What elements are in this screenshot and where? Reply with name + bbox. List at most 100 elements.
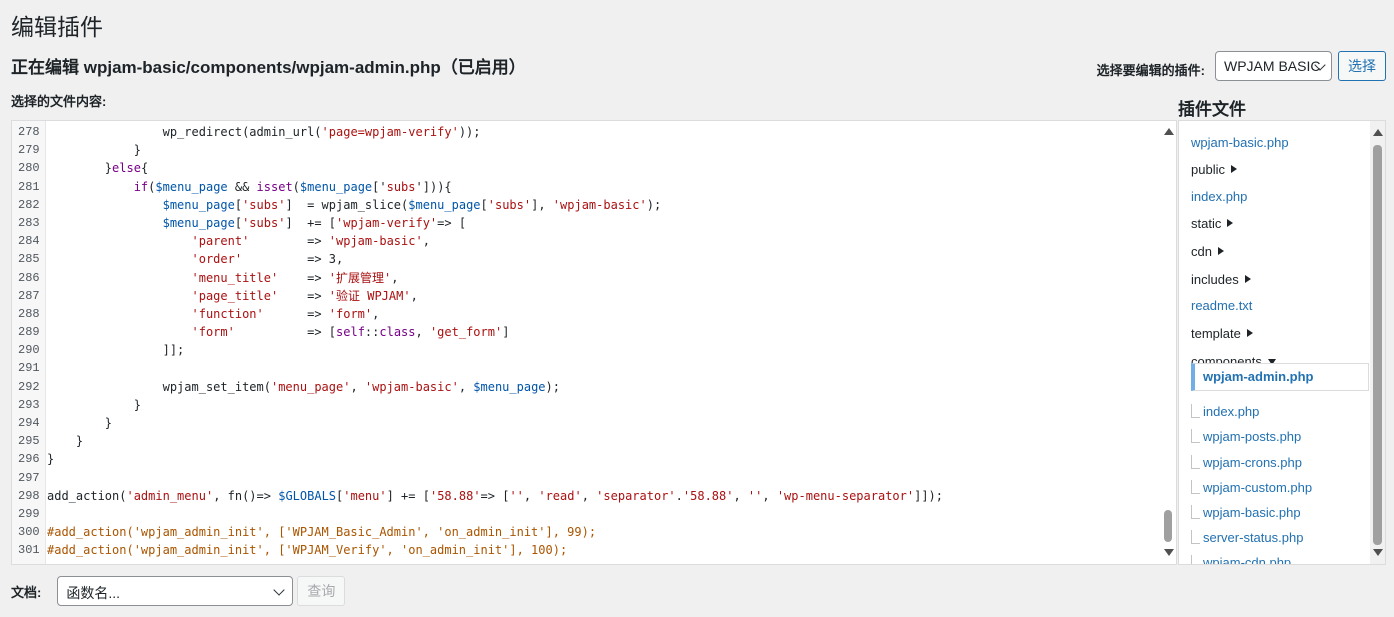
code-line[interactable]: 289 'form' => [self::class, 'get_form'] [12, 323, 943, 341]
code-line[interactable]: 278 wp_redirect(admin_url('page=wpjam-ve… [12, 123, 943, 141]
line-text: 'order' => 3, [46, 250, 344, 268]
lookup-button[interactable]: 查询 [297, 576, 346, 606]
file-item[interactable]: wpjam-cdn.php [1191, 555, 1291, 564]
code-line[interactable]: 295 } [12, 432, 943, 450]
file-item[interactable]: readme.txt [1191, 298, 1252, 313]
line-text: add_action('admin_menu', fn()=> $GLOBALS… [46, 487, 943, 505]
file-name: wpjam-basic.php [1191, 135, 1289, 150]
code-line[interactable]: 293 } [12, 396, 943, 414]
code-token: add_action( [47, 488, 127, 503]
plugin-picker-label: 选择要编辑的插件: [1096, 62, 1205, 78]
code-token: } [47, 434, 84, 449]
code-token: ]]); [914, 488, 944, 503]
line-number: 294 [18, 416, 40, 430]
code-editor[interactable]: 278 wp_redirect(admin_url('page=wpjam-ve… [11, 120, 1177, 565]
folder-item[interactable]: template [1191, 326, 1253, 341]
line-number: 283 [18, 215, 40, 230]
code-token: '验证 WPJAM' [328, 288, 411, 303]
line-text [46, 469, 47, 487]
line-text: #add_action('wpjam_admin_init', ['WPJAM_… [46, 541, 567, 559]
line-text: } [46, 450, 54, 468]
code-token: => [263, 306, 329, 321]
code-token: ], [531, 197, 553, 212]
code-token: ] += [ [285, 215, 337, 230]
file-item[interactable]: index.php [1191, 189, 1247, 204]
code-line[interactable]: 280 }else{ [12, 159, 943, 177]
line-text: $menu_page['subs'] = wpjam_slice($menu_p… [46, 196, 662, 214]
scroll-up-icon[interactable] [1164, 128, 1174, 135]
code-line[interactable]: 288 'function' => 'form', [12, 305, 943, 323]
code-line[interactable]: 290 ]]; [12, 341, 943, 359]
file-item[interactable]: wpjam-posts.php [1191, 429, 1301, 444]
line-text: wpjam_set_item('menu_page', 'wpjam-basic… [46, 378, 560, 396]
code-line[interactable]: 297 [12, 469, 943, 487]
code-line[interactable]: 292 wpjam_set_item('menu_page', 'wpjam-b… [12, 378, 943, 396]
file-name: static [1191, 216, 1222, 231]
files-scrollbar[interactable] [1370, 121, 1385, 564]
code-line[interactable]: 283 $menu_page['subs'] += ['wpjam-verify… [12, 214, 943, 232]
code-token: 'menu' [343, 488, 387, 503]
file-item[interactable]: wpjam-basic.php [1191, 135, 1289, 150]
code-content[interactable]: 278 wp_redirect(admin_url('page=wpjam-ve… [12, 123, 943, 560]
select-plugin-button[interactable]: 选择 [1338, 51, 1386, 81]
editor-scrollbar[interactable] [1161, 121, 1176, 564]
scroll-down-icon[interactable] [1373, 549, 1383, 556]
folder-item[interactable]: public [1191, 162, 1237, 177]
code-line[interactable]: 300 #add_action('wpjam_admin_init', ['WPJ… [12, 523, 943, 541]
code-token: } [47, 452, 55, 467]
code-line[interactable]: 299 [12, 505, 943, 523]
caret-right-icon [1246, 329, 1253, 337]
scroll-thumb[interactable] [1373, 145, 1382, 545]
file-item[interactable]: wpjam-basic.php [1191, 505, 1301, 520]
line-text: }else{ [46, 159, 148, 177]
code-token: $menu_page [162, 197, 235, 212]
code-line[interactable]: 291 [12, 359, 943, 377]
code-token: 'separator' [596, 488, 676, 503]
code-token: ]]; [47, 343, 185, 358]
code-token: ); [545, 379, 560, 394]
code-line[interactable]: 301 #add_action('wpjam_admin_init', ['WPJ… [12, 541, 943, 559]
code-token: , [733, 488, 748, 503]
code-line[interactable]: 281 if($menu_page && isset($menu_page['s… [12, 178, 943, 196]
code-token: 'wpjam-basic' [552, 197, 647, 212]
code-line[interactable]: 287 'page_title' => '验证 WPJAM', [12, 287, 943, 305]
code-line[interactable]: 294 } [12, 414, 943, 432]
file-item[interactable]: index.php [1191, 404, 1259, 419]
file-item[interactable]: wpjam-custom.php [1191, 480, 1312, 495]
code-line[interactable]: 296} [12, 450, 943, 468]
code-token: [' [372, 179, 387, 194]
line-text [46, 359, 47, 377]
code-token: self [336, 325, 365, 340]
file-item[interactable]: server-status.php [1191, 530, 1303, 545]
folder-item[interactable]: static [1191, 216, 1234, 231]
function-select[interactable]: 函数名... [57, 576, 294, 606]
file-item[interactable]: wpjam-crons.php [1191, 455, 1302, 470]
scroll-up-icon[interactable] [1373, 129, 1383, 136]
docs-label: 文档: [11, 584, 42, 600]
code-line[interactable]: 286 'menu_title' => '扩展管理', [12, 269, 943, 287]
code-token: $menu_page [155, 179, 228, 194]
code-token: } [47, 143, 141, 158]
code-token: '' [747, 488, 763, 503]
code-token: 'wp-menu-separator' [776, 488, 915, 503]
line-text: 'form' => [self::class, 'get_form'] [46, 323, 510, 341]
active-file-item[interactable]: wpjam-admin.php [1191, 363, 1369, 391]
plugin-files-tree: wpjam-basic.php public index.php static cdn i… [1178, 120, 1386, 565]
code-line[interactable]: 284 'parent' => 'wpjam-basic', [12, 232, 943, 250]
code-line[interactable]: 279 } [12, 141, 943, 159]
code-line[interactable]: 282 $menu_page['subs'] = wpjam_slice($me… [12, 196, 943, 214]
scroll-down-icon[interactable] [1164, 549, 1174, 556]
tree-connector [1191, 555, 1200, 564]
plugin-select[interactable]: WPJAM BASIC [1215, 51, 1332, 81]
folder-item[interactable]: cdn [1191, 244, 1224, 259]
folder-item[interactable]: includes [1191, 272, 1251, 287]
line-number: 287 [18, 288, 40, 303]
line-text: if($menu_page && isset($menu_page['subs'… [46, 178, 452, 196]
code-line[interactable]: 298 add_action('admin_menu', fn()=> $GLOB… [12, 487, 943, 505]
scroll-thumb[interactable] [1164, 510, 1172, 542]
code-token: => [249, 234, 329, 249]
code-line[interactable]: 285 'order' => 3, [12, 250, 943, 268]
code-token: . [675, 488, 683, 503]
